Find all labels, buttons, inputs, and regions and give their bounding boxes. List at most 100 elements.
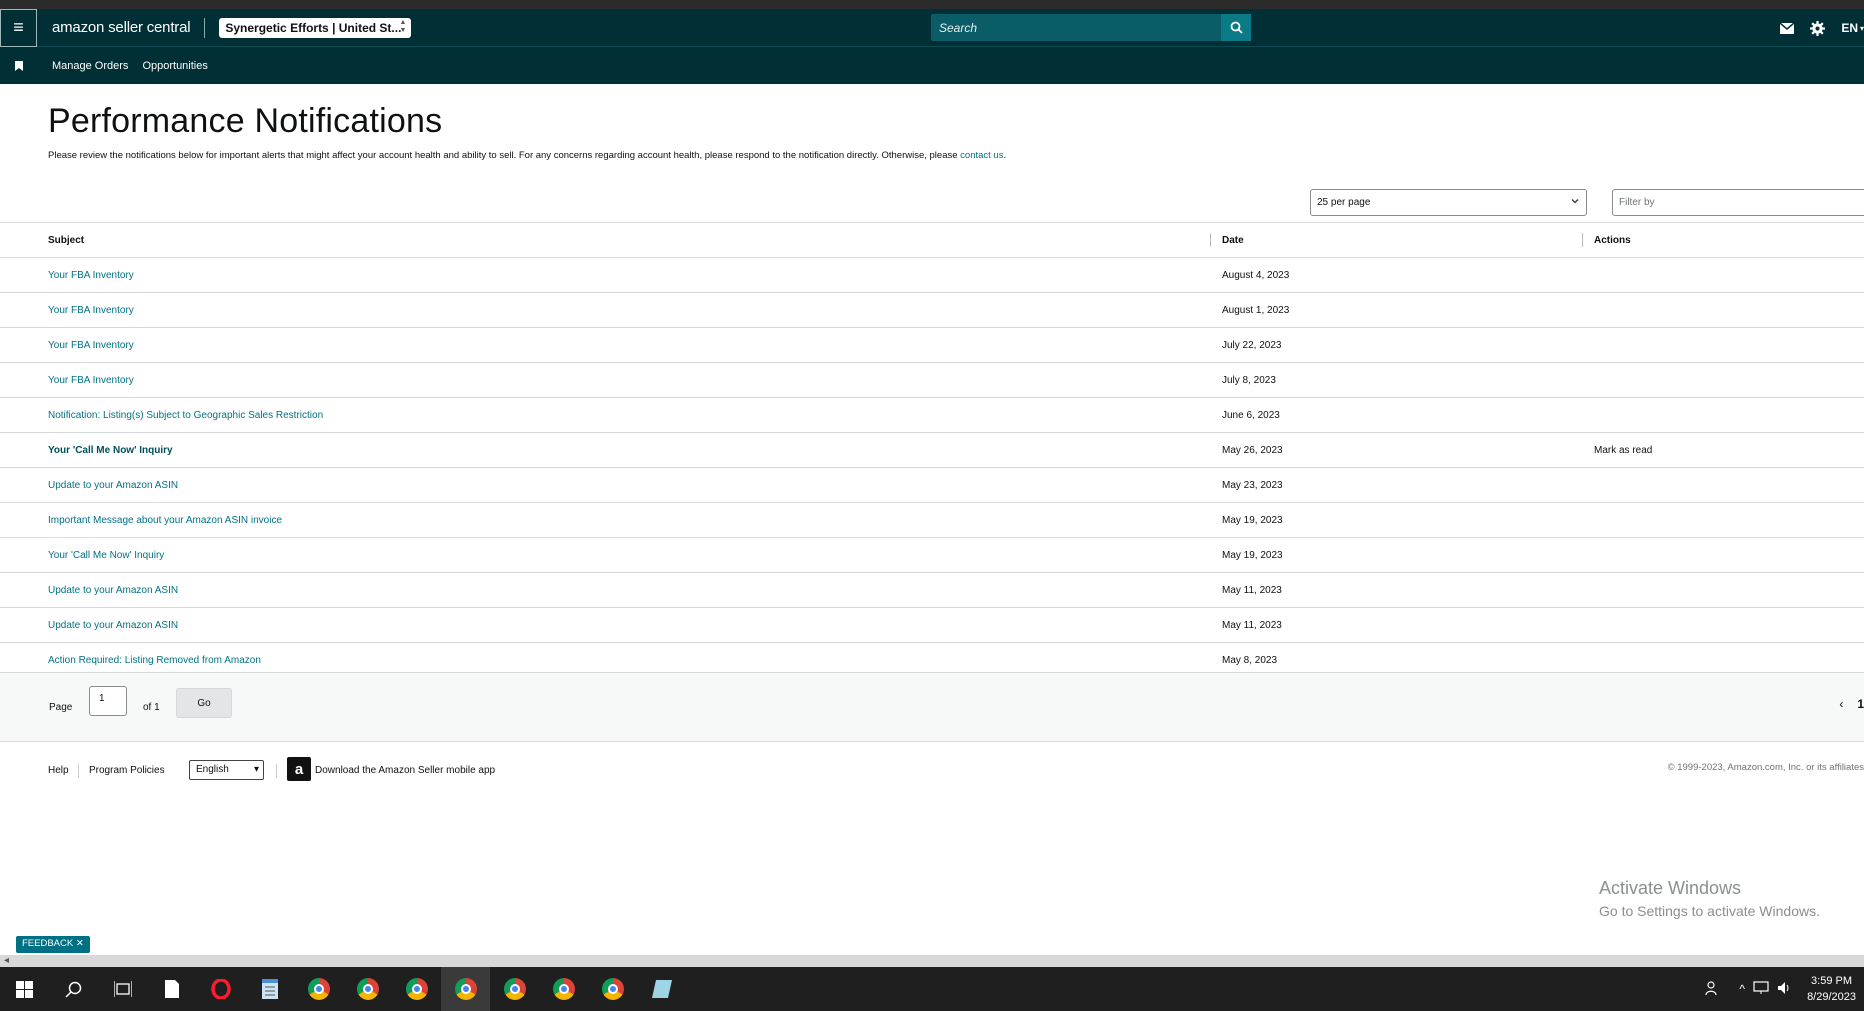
- amazon-seller-app-icon[interactable]: a: [287, 757, 311, 781]
- help-link[interactable]: Help: [48, 765, 69, 776]
- people-icon[interactable]: [1705, 980, 1721, 999]
- clock-time: 3:59 PM: [1811, 975, 1853, 987]
- table-row: Important Message about your Amazon ASIN…: [0, 502, 1864, 538]
- task-view-icon[interactable]: [98, 967, 147, 1011]
- page-title: Performance Notifications: [48, 102, 443, 140]
- notification-link[interactable]: Your FBA Inventory: [48, 375, 134, 386]
- system-tray: ^ 3:59 PM 8/29/2023: [1705, 967, 1864, 1011]
- bookmark-icon[interactable]: [0, 60, 38, 71]
- chrome-profile-icon[interactable]: [343, 967, 392, 1011]
- table-row: Notification: Listing(s) Subject to Geog…: [0, 397, 1864, 433]
- language-selector[interactable]: EN: [1841, 21, 1858, 35]
- footer-divider: [276, 764, 277, 778]
- pagination-bar: Page 1 of 1 Go ‹ 1: [0, 672, 1864, 742]
- clock-date: 8/29/2023: [1807, 991, 1856, 1003]
- windows-start-icon[interactable]: [0, 967, 49, 1011]
- notification-link[interactable]: Your FBA Inventory: [48, 305, 134, 316]
- mail-icon[interactable]: [1780, 22, 1795, 34]
- subject-cell: Update to your Amazon ASIN: [0, 607, 1210, 643]
- actions-cell: [1582, 362, 1864, 398]
- actions-cell: [1582, 607, 1864, 643]
- volume-icon[interactable]: [1777, 981, 1793, 998]
- notification-link[interactable]: Important Message about your Amazon ASIN…: [48, 515, 282, 526]
- file-icon[interactable]: [147, 967, 196, 1011]
- store-selector-label: Synergetic Efforts | United St...: [225, 20, 402, 35]
- table-row: Update to your Amazon ASIN May 23, 2023: [0, 467, 1864, 503]
- nav-opportunities[interactable]: Opportunities: [142, 60, 207, 72]
- footer: Help Program Policies English ▾ a Downlo…: [0, 752, 1864, 792]
- previous-page-button[interactable]: ‹: [1839, 697, 1843, 711]
- current-page-number[interactable]: 1: [1857, 697, 1864, 711]
- network-icon[interactable]: [1753, 980, 1769, 998]
- chrome-profile-icon[interactable]: [588, 967, 637, 1011]
- table-row: Your FBA Inventory July 22, 2023: [0, 327, 1864, 363]
- search-icon: [1230, 21, 1243, 34]
- table-header-row: Subject Date Actions: [0, 222, 1864, 258]
- page-nav: ‹ 1: [1839, 697, 1864, 711]
- date-cell: July 22, 2023: [1210, 327, 1582, 363]
- notes-app-icon[interactable]: [637, 967, 686, 1011]
- notification-link[interactable]: Update to your Amazon ASIN: [48, 480, 178, 491]
- actions-cell: [1582, 537, 1864, 573]
- taskbar-clock[interactable]: 3:59 PM 8/29/2023: [1807, 973, 1856, 1005]
- nav-manage-orders[interactable]: Manage Orders: [52, 60, 128, 72]
- column-header-date[interactable]: Date: [1210, 222, 1582, 258]
- per-page-value: 25 per page: [1317, 197, 1371, 208]
- opera-browser-icon[interactable]: [196, 967, 245, 1011]
- taskbar-search-icon[interactable]: [49, 967, 98, 1011]
- subject-cell: Notification: Listing(s) Subject to Geog…: [0, 397, 1210, 433]
- subject-cell: Update to your Amazon ASIN: [0, 467, 1210, 503]
- notification-link[interactable]: Update to your Amazon ASIN: [48, 620, 178, 631]
- notification-link-unread[interactable]: Your 'Call Me Now' Inquiry: [48, 445, 173, 456]
- page-number-input[interactable]: 1: [89, 686, 127, 716]
- notification-link[interactable]: Your 'Call Me Now' Inquiry: [48, 550, 164, 561]
- footer-divider: [78, 764, 79, 778]
- table-row: Your FBA Inventory August 1, 2023: [0, 292, 1864, 328]
- chrome-profile-icon[interactable]: [539, 967, 588, 1011]
- column-header-subject[interactable]: Subject: [0, 222, 1210, 258]
- per-page-select[interactable]: 25 per page: [1310, 189, 1587, 216]
- page-label: Page: [49, 702, 73, 713]
- chrome-profile-icon[interactable]: [392, 967, 441, 1011]
- column-header-date-label: Date: [1222, 234, 1244, 246]
- filter-input[interactable]: Filter by: [1612, 189, 1864, 216]
- chrome-profile-icon[interactable]: [294, 967, 343, 1011]
- search-input[interactable]: Search: [931, 14, 1221, 41]
- notepad-icon[interactable]: [245, 967, 294, 1011]
- scroll-left-icon[interactable]: ◂: [4, 955, 9, 966]
- go-button[interactable]: Go: [176, 688, 232, 718]
- search-button[interactable]: [1221, 14, 1251, 41]
- notification-link[interactable]: Update to your Amazon ASIN: [48, 585, 178, 596]
- menu-icon[interactable]: ≡: [0, 8, 37, 47]
- subject-cell: Your FBA Inventory: [0, 257, 1210, 293]
- subject-cell: Important Message about your Amazon ASIN…: [0, 502, 1210, 538]
- actions-cell: [1582, 327, 1864, 363]
- copyright-text: © 1999-2023, Amazon.com, Inc. or its aff…: [1667, 762, 1864, 773]
- chrome-active-window-icon[interactable]: [441, 967, 490, 1011]
- store-selector[interactable]: Synergetic Efforts | United St... ▲ ▼: [219, 17, 412, 38]
- download-app-link[interactable]: Download the Amazon Seller mobile app: [315, 765, 495, 776]
- date-cell: May 11, 2023: [1210, 572, 1582, 608]
- header-actions: EN ▾: [1780, 9, 1864, 47]
- chevron-down-icon: ▾: [1859, 23, 1864, 33]
- mark-as-read-action[interactable]: Mark as read: [1582, 432, 1864, 468]
- gear-icon[interactable]: [1810, 20, 1826, 36]
- notification-link[interactable]: Action Required: Listing Removed from Am…: [48, 655, 261, 666]
- program-policies-link[interactable]: Program Policies: [89, 765, 165, 776]
- notification-link[interactable]: Notification: Listing(s) Subject to Geog…: [48, 410, 323, 421]
- notification-link[interactable]: Your FBA Inventory: [48, 270, 134, 281]
- footer-language-select[interactable]: English ▾: [189, 760, 264, 780]
- windows-taskbar: ^ 3:59 PM 8/29/2023: [0, 967, 1864, 1011]
- feedback-button[interactable]: FEEDBACK ✕: [16, 936, 90, 953]
- column-header-actions: Actions: [1582, 222, 1864, 258]
- chevron-up-icon[interactable]: ^: [1739, 982, 1745, 996]
- footer-language-value: English: [196, 764, 229, 775]
- contact-us-link[interactable]: contact us: [960, 150, 1003, 161]
- notification-link[interactable]: Your FBA Inventory: [48, 340, 134, 351]
- page-of-label: of 1: [143, 702, 160, 713]
- horizontal-scrollbar[interactable]: ◂: [0, 955, 1864, 967]
- actions-cell: [1582, 397, 1864, 433]
- chrome-profile-icon[interactable]: [490, 967, 539, 1011]
- table-row: Update to your Amazon ASIN May 11, 2023: [0, 607, 1864, 643]
- amazon-seller-central-logo[interactable]: amazon seller central: [52, 19, 191, 36]
